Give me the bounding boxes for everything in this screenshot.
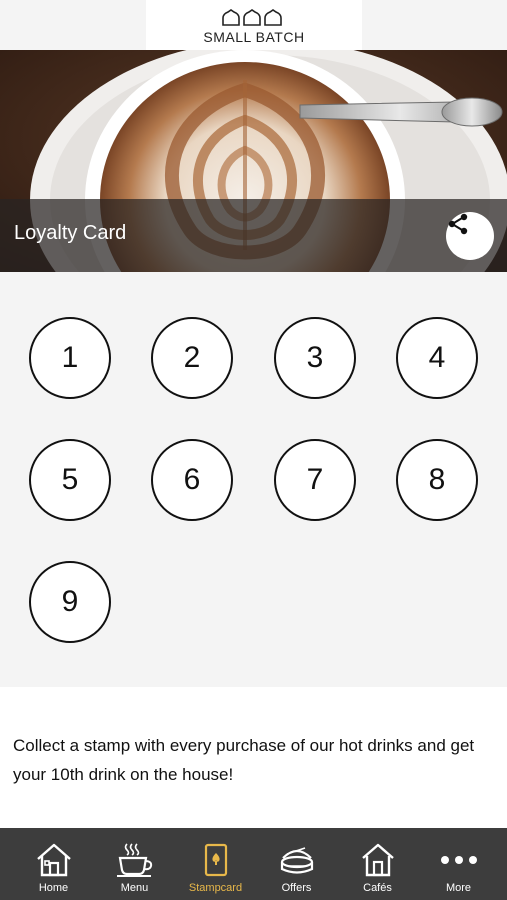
bottom-nav: Home Menu Stampcard Offers Cafés More — [0, 828, 507, 900]
nav-stampcard[interactable]: Stampcard — [175, 828, 256, 900]
stamp-slot-9: 9 — [29, 561, 111, 643]
stamp-slot-7: 7 — [274, 439, 356, 521]
nav-menu[interactable]: Menu — [94, 828, 175, 900]
stamp-slot-1: 1 — [29, 317, 111, 399]
brand-logo: SMALL BATCH — [146, 0, 362, 50]
loyalty-description: Collect a stamp with every purchase of o… — [13, 736, 475, 784]
share-icon — [448, 213, 468, 235]
nav-home[interactable]: Home — [13, 828, 94, 900]
stamp-slot-2: 2 — [151, 317, 233, 399]
stampcard-icon — [204, 843, 227, 877]
nav-label-home: Home — [38, 882, 69, 894]
nav-label-stampcard: Stampcard — [188, 882, 243, 894]
stamp-slot-5: 5 — [29, 439, 111, 521]
top-bar: SMALL BATCH — [0, 0, 507, 50]
nav-label-more: More — [445, 882, 472, 894]
nav-label-menu: Menu — [120, 882, 149, 894]
logo-mark-icon — [222, 9, 282, 26]
stamp-slot-8: 8 — [396, 439, 478, 521]
more-dots-icon — [440, 856, 477, 864]
nav-offers[interactable]: Offers — [256, 828, 337, 900]
nav-more[interactable]: More — [418, 828, 499, 900]
page-title: Loyalty Card — [14, 222, 127, 244]
stamp-slot-6: 6 — [151, 439, 233, 521]
nav-label-cafes: Cafés — [363, 882, 392, 894]
hero-banner: Loyalty Card — [0, 50, 507, 272]
home-icon — [36, 843, 71, 877]
coffee-cup-icon — [116, 843, 152, 877]
offers-icon — [280, 847, 313, 874]
stamp-slot-4: 4 — [396, 317, 478, 399]
cafe-building-icon — [361, 843, 394, 877]
share-button[interactable] — [446, 212, 494, 260]
logo-text: SMALL BATCH — [203, 29, 305, 45]
nav-cafes[interactable]: Cafés — [337, 828, 418, 900]
nav-label-offers: Offers — [281, 882, 312, 894]
stamp-grid: 1 2 3 4 5 6 7 8 9 — [0, 272, 507, 687]
stamp-slot-3: 3 — [274, 317, 356, 399]
description-section: Collect a stamp with every purchase of o… — [0, 687, 507, 828]
